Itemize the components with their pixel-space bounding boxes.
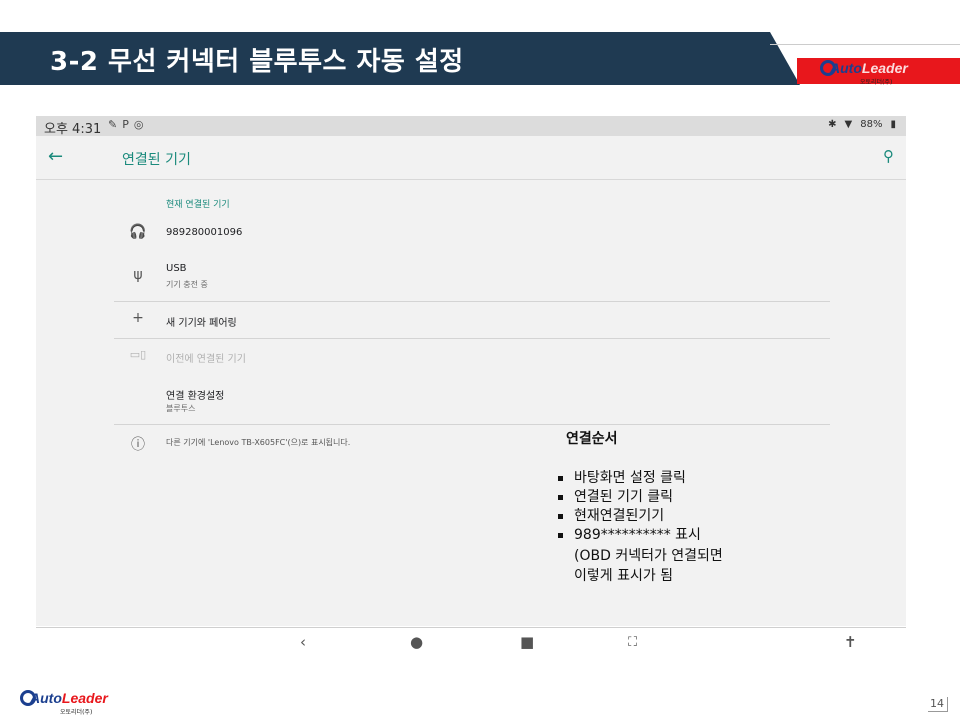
- logo-subtitle: 오토리더(주): [860, 79, 893, 86]
- status-right: ✱ ▼ 88% ▮: [828, 119, 896, 130]
- divider: [114, 301, 830, 302]
- note-step: 현재연결된기기: [556, 507, 701, 526]
- devices-icon: ▭▯: [129, 348, 147, 361]
- prefs-title: 연결 환경설정: [166, 391, 225, 402]
- divider: [114, 424, 830, 425]
- search-icon[interactable]: ⚲: [883, 147, 894, 165]
- note-step: 989********** 표시: [556, 526, 701, 545]
- app-title: 연결된 기기: [122, 152, 191, 168]
- device-title: 989280001096: [166, 227, 243, 238]
- header-rule: [770, 44, 960, 45]
- status-time: 오후 4:31: [44, 122, 102, 137]
- note-title: 연결순서: [566, 431, 618, 447]
- bluetooth-circle-icon: ◎: [133, 118, 149, 131]
- note-continuation: 이렇게 표시가 됨: [574, 568, 674, 584]
- note-step: 연결된 기기 클릭: [556, 488, 701, 507]
- logo-bottom: Auto Leader 오토리더(주): [20, 690, 108, 716]
- logo-word-leader: Leader: [61, 690, 108, 706]
- status-bar: 오후 4:31 ✎P◎ ✱ ▼ 88% ▮: [36, 116, 906, 137]
- back-nav-icon[interactable]: ‹: [300, 633, 306, 651]
- headphones-icon: 🎧: [129, 224, 147, 240]
- logo-word-auto: Auto: [30, 690, 62, 706]
- bluetooth-icon: ✱: [828, 119, 837, 130]
- note-steps: 바탕화면 설정 클릭 연결된 기기 클릭 현재연결된기기 989********…: [556, 469, 701, 545]
- screenshot-nav-icon[interactable]: ⛶: [628, 635, 637, 650]
- battery-level: 88%: [860, 119, 883, 130]
- info-text: 다른 기기에 'Lenovo TB-X605FC'(으)로 표시됩니다.: [166, 438, 351, 447]
- logo-top: Auto Leader 오토리더(주): [820, 60, 908, 86]
- arrow-left-icon[interactable]: ←: [48, 146, 63, 167]
- wifi-icon: ▼: [844, 119, 853, 130]
- previous-title: 이전에 연결된 기기: [166, 354, 246, 365]
- app-bar: ← 연결된 기기 ⚲: [36, 136, 906, 180]
- usb-title: USB: [166, 263, 187, 274]
- usb-icon: ψ: [133, 267, 143, 283]
- p-icon: P: [122, 118, 134, 131]
- android-screen: 오후 4:31 ✎P◎ ✱ ▼ 88% ▮ ← 연결된 기기 ⚲ 현재 연결된 …: [36, 116, 906, 626]
- page-number: 14: [928, 697, 948, 712]
- info-icon: ⓘ: [131, 437, 145, 453]
- note-continuation: (OBD 커넥터가 연결되면: [574, 548, 723, 564]
- link-icon: ✎: [108, 118, 123, 131]
- logo-word-auto: Auto: [830, 60, 862, 76]
- pair-new-title: 새 기기와 페어링: [166, 318, 237, 329]
- slide-title: 3-2 무선 커넥터 블루투스 자동 설정: [50, 47, 464, 77]
- home-nav-icon[interactable]: ●: [410, 633, 423, 651]
- logo-subtitle: 오토리더(주): [60, 709, 93, 716]
- accessibility-icon[interactable]: ✝: [844, 633, 857, 651]
- battery-icon: ▮: [890, 119, 896, 130]
- plus-icon: +: [132, 310, 144, 326]
- notification-icons: ✎P◎: [108, 118, 148, 131]
- divider: [114, 338, 830, 339]
- section-label-current: 현재 연결된 기기: [166, 200, 230, 210]
- recents-nav-icon[interactable]: ■: [520, 633, 534, 651]
- logo-word-leader: Leader: [861, 60, 908, 76]
- prefs-subtitle: 블루투스: [166, 404, 196, 413]
- note-step: 바탕화면 설정 클릭: [556, 469, 701, 488]
- usb-subtitle: 기기 충전 중: [166, 280, 208, 289]
- nav-bar: ‹ ● ■ ⛶ ✝: [36, 627, 906, 657]
